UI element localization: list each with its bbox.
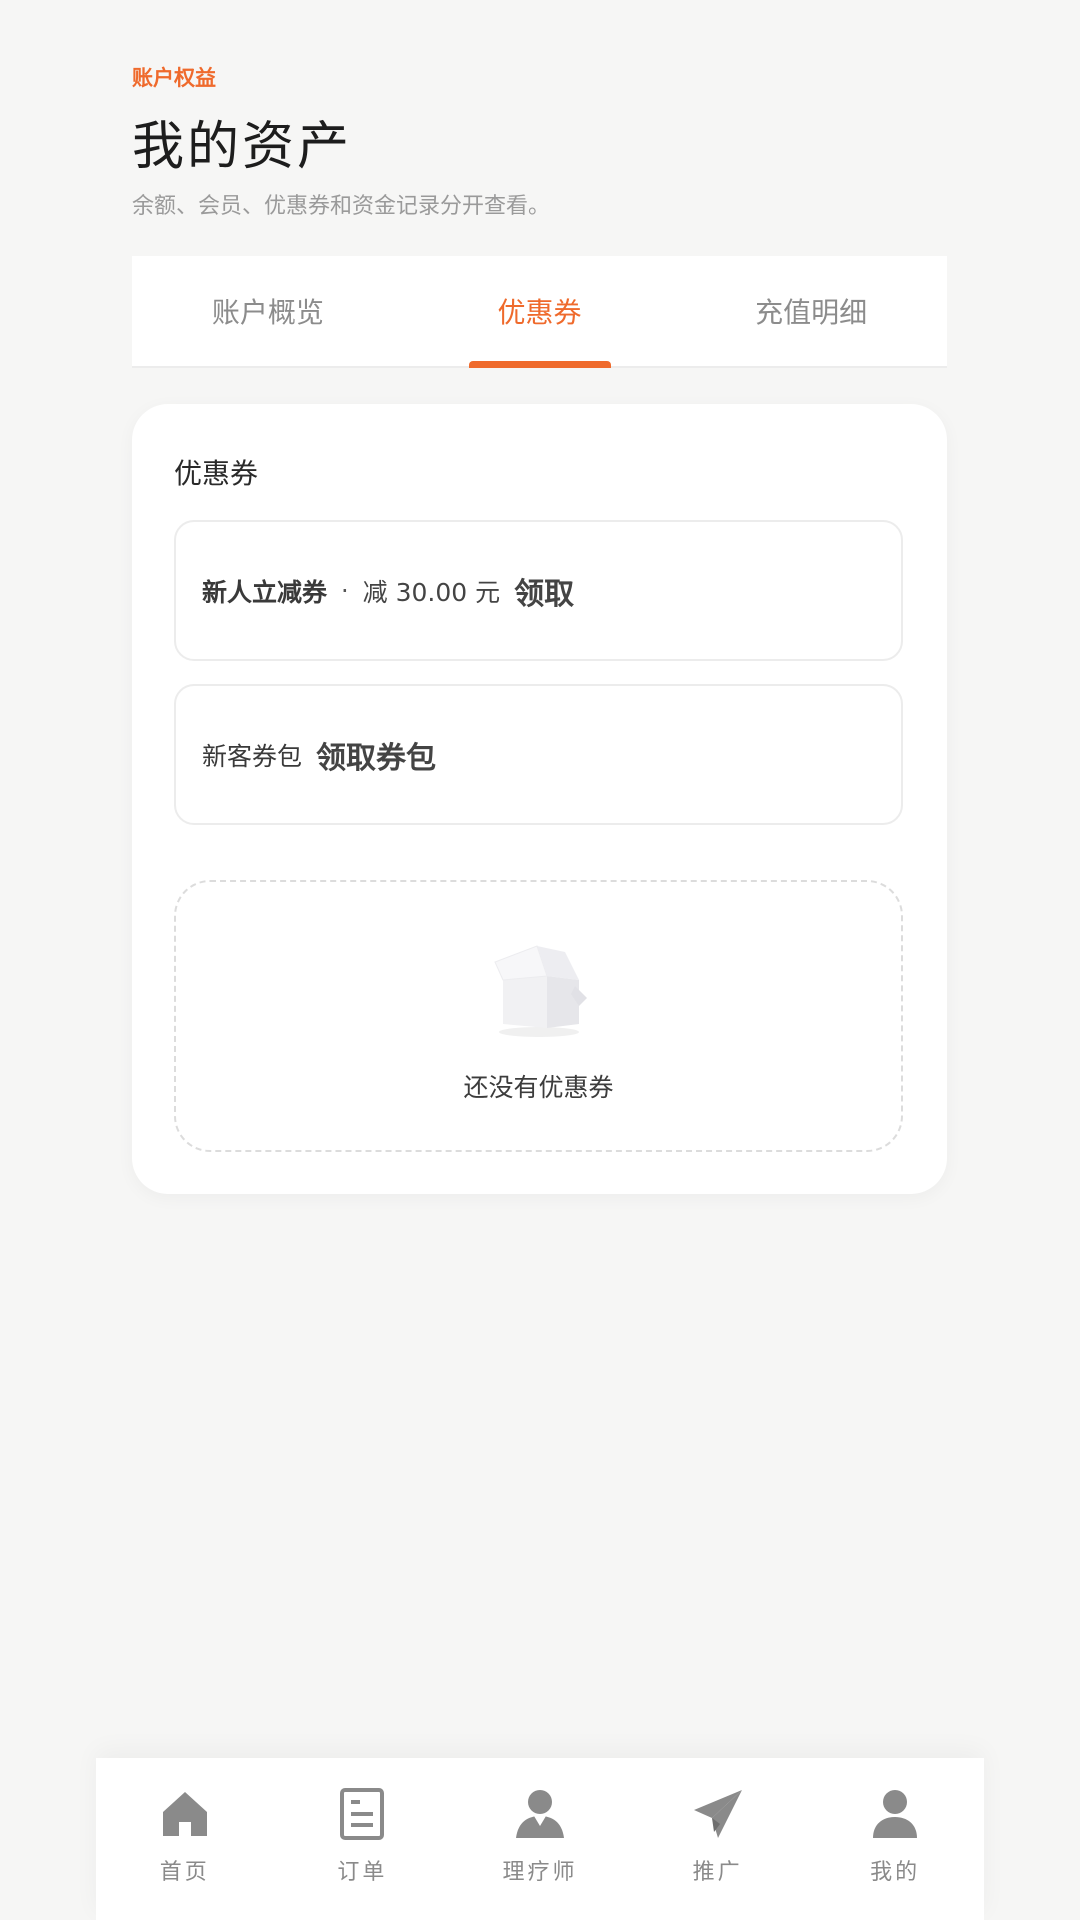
claim-coupon-button[interactable]: 领取 bbox=[514, 569, 574, 613]
home-icon bbox=[162, 1792, 207, 1836]
empty-box-icon bbox=[493, 945, 587, 1037]
nav-item-therapist[interactable]: 理疗师 bbox=[451, 1758, 629, 1920]
page-subtitle: 余额、会员、优惠券和资金记录分开查看。 bbox=[132, 194, 551, 219]
coupon-card-title: 优惠券 bbox=[174, 457, 259, 490]
asset-tabs: 账户概览 优惠券 充值明细 bbox=[132, 256, 947, 368]
order-icon bbox=[340, 1788, 385, 1840]
coupon-card: 优惠券 新人立减券 · 减 30.00 元 领取 新客券包 领取券包 还没有优惠… bbox=[132, 404, 947, 1194]
nav-item-promotion[interactable]: 推广 bbox=[629, 1758, 807, 1920]
coupon-item-newcomer: 新人立减券 · 减 30.00 元 领取 bbox=[174, 520, 903, 661]
empty-state-text: 还没有优惠券 bbox=[463, 1073, 614, 1102]
tab-account-overview[interactable]: 账户概览 bbox=[132, 256, 404, 366]
nav-item-mine[interactable]: 我的 bbox=[806, 1758, 984, 1920]
tab-recharge-details[interactable]: 充值明细 bbox=[675, 256, 947, 366]
nav-item-orders[interactable]: 订单 bbox=[274, 1758, 452, 1920]
nav-label: 订单 bbox=[337, 1860, 388, 1885]
tab-coupons[interactable]: 优惠券 bbox=[404, 256, 676, 366]
paper-plane-icon bbox=[693, 1790, 742, 1838]
claim-coupon-pack-button[interactable]: 领取券包 bbox=[316, 733, 436, 777]
therapist-icon bbox=[515, 1790, 564, 1838]
user-icon bbox=[873, 1790, 918, 1838]
nav-label: 我的 bbox=[870, 1860, 921, 1885]
empty-state: 还没有优惠券 bbox=[174, 880, 903, 1152]
nav-item-home[interactable]: 首页 bbox=[96, 1758, 274, 1920]
coupon-separator: · bbox=[341, 576, 349, 605]
nav-label: 推广 bbox=[692, 1860, 743, 1885]
bottom-navigation: 首页 订单 理疗师 推广 我的 bbox=[96, 1758, 984, 1920]
nav-label: 理疗师 bbox=[502, 1860, 578, 1885]
coupon-pack-name: 新客券包 bbox=[202, 741, 303, 771]
coupon-amount: 减 30.00 元 bbox=[362, 577, 501, 607]
coupon-name: 新人立减券 bbox=[202, 577, 328, 607]
coupon-item-new-customer-pack: 新客券包 领取券包 bbox=[174, 684, 903, 825]
nav-label: 首页 bbox=[159, 1860, 210, 1885]
page-title: 我的资产 bbox=[132, 117, 353, 177]
section-eyebrow: 账户权益 bbox=[132, 66, 216, 90]
